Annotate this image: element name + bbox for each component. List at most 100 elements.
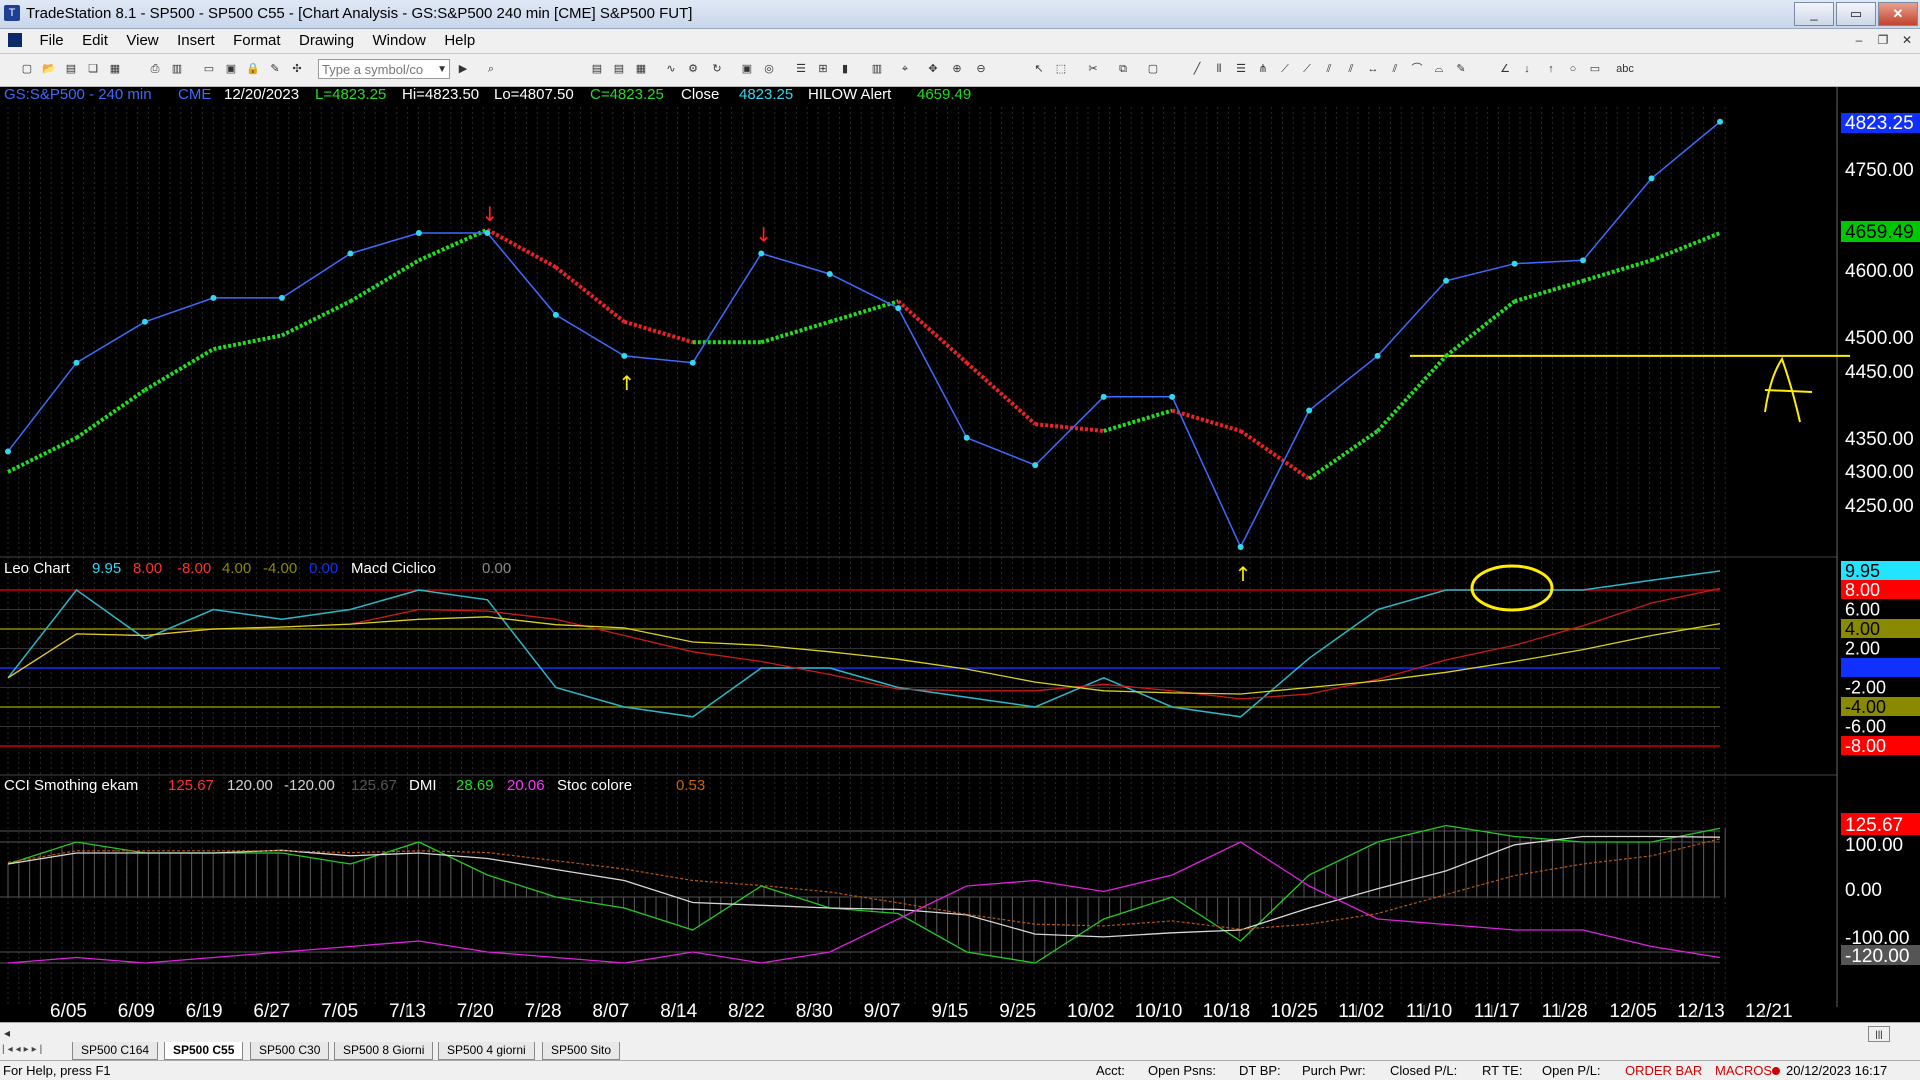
time-label: 6/09 [118,1001,155,1022]
tab-sp500-sito[interactable]: SP500 Sito [542,1042,621,1060]
doc-restore-button[interactable]: ❐ [1874,31,1892,49]
zoom-out-icon[interactable]: ⊖ [974,62,988,76]
leo-axis-label: 6.00 [1845,600,1880,620]
doc-close-button[interactable]: ✕ [1898,31,1916,49]
leo-axis-label: -4.00 [1845,697,1886,717]
bar-type-icon[interactable]: ▤ [590,62,604,76]
menu-drawing[interactable]: Drawing [292,29,361,49]
menu-file[interactable]: File [32,29,70,49]
tab-sp500-c55[interactable]: SP500 C55 [164,1042,244,1060]
tab-sp500-4-giorni[interactable]: SP500 4 giorni [438,1042,535,1060]
chart-window-icon[interactable]: ▣ [740,62,754,76]
open-icon[interactable]: 📂 [42,62,56,76]
rectangle-icon[interactable]: ▭ [1588,62,1602,76]
radar-icon[interactable]: ◎ [762,62,776,76]
doc-minimize-button[interactable]: – [1850,31,1868,49]
horizontal-scrollbar[interactable]: ◂ ||| [0,1022,1920,1043]
trendline-icon[interactable]: ╱ [1190,62,1204,76]
order-bar-button[interactable]: ORDER BAR [1625,1063,1702,1078]
channel-icon[interactable]: ⫽ [1344,62,1358,76]
fibonacci-icon[interactable]: ⦀ [1212,62,1226,76]
format-icon[interactable]: ⚙ [686,62,700,76]
dmi-v5: 28.69 [456,777,494,794]
tab-nav-icons[interactable]: |◂◂▸▸| [2,1044,45,1055]
save-icon[interactable]: ▤ [64,62,78,76]
speed-lines-icon[interactable]: ⟋ [1300,62,1314,76]
close-button[interactable]: ✕ [1878,2,1918,26]
disabled-icon[interactable]: ▢ [1146,62,1160,76]
maximize-button[interactable]: ▭ [1836,2,1876,26]
minimize-button[interactable]: _ [1794,2,1834,26]
insert-icon[interactable]: ⧉ [1116,62,1130,76]
tab-sp500-c30[interactable]: SP500 C30 [250,1042,330,1060]
chevron-down-icon[interactable]: ▼ [437,60,447,80]
select-icon[interactable]: ⬚ [1054,62,1068,76]
menu-view[interactable]: View [119,29,165,49]
matrix-icon[interactable]: ⊞ [816,62,830,76]
zoom-in-icon-2[interactable]: ⊕ [950,62,964,76]
hot-list-icon[interactable]: ☰ [794,62,808,76]
gann-fan-icon[interactable]: ⟋ [1278,62,1292,76]
arc-icon[interactable]: ⌒ [1410,62,1424,76]
print-icon[interactable]: ⎙ [148,62,162,76]
strategy-icon[interactable]: ✎ [268,62,282,76]
ellipse-icon[interactable]: ○ [1566,62,1580,76]
new-icon[interactable]: ▢ [20,62,34,76]
leo-axis-label: -2.00 [1845,678,1886,698]
go-arrow-icon[interactable]: ▶ [456,62,470,76]
parallel-lines-icon[interactable]: ⫽ [1388,62,1402,76]
time-label: 7/28 [525,1001,562,1022]
price-point [484,230,491,237]
tab-sp500-8-giorni[interactable]: SP500 8 Giorni [334,1042,434,1060]
fib-arcs-icon[interactable]: ⌓ [1432,62,1446,76]
pointer-icon[interactable]: ↖ [1032,62,1046,76]
andrews-pitchfork-icon[interactable]: ⋔ [1256,62,1270,76]
chart-area[interactable]: ↓↓↑↑ GS:S&P500 - 240 min CME 12/20/2023 … [0,87,1920,1022]
menu-format[interactable]: Format [226,29,288,49]
price-tick: 4450.00 [1845,362,1914,383]
macros-button[interactable]: MACROS [1715,1063,1772,1078]
leo-axis-label: 4.00 [1845,619,1880,639]
chart-icon[interactable]: ▥ [870,62,884,76]
text-icon[interactable]: abc [1614,62,1636,76]
time-label: 11/17 [1474,1001,1520,1022]
move-icon[interactable]: ✥ [926,62,940,76]
grid-icon[interactable]: ▦ [634,62,648,76]
print-preview-icon[interactable]: ▥ [170,62,184,76]
indicator-icon[interactable]: ✣ [290,62,304,76]
refresh-icon[interactable]: ↻ [710,62,724,76]
menu-help[interactable]: Help [437,29,482,49]
scroll-thumb[interactable]: ||| [1868,1026,1890,1042]
toolbar: ▢ 📂 ▤ ❏ ▦ ⎙ ▥ ▭ ▣ 🔒 ✎ ✣ Type a symbol/co… [0,54,1920,87]
menu-edit[interactable]: Edit [75,29,115,49]
dmi-v6: 20.06 [507,777,545,794]
lock-icon[interactable]: 🔒 [246,62,260,76]
zoom-in-icon[interactable]: ⌖ [898,62,912,76]
tile-icon[interactable]: ▣ [224,62,238,76]
copy-icon[interactable]: ❏ [86,62,100,76]
connection-status-icon [1772,1067,1780,1075]
symbol-input[interactable]: Type a symbol/co ▼ [318,59,450,79]
chart-doc-icon[interactable] [8,33,22,47]
time-label: 12/13 [1677,1001,1725,1022]
window-icon[interactable]: ▭ [202,62,216,76]
pencil-icon[interactable]: ✎ [1454,62,1468,76]
tab-sp500-c164[interactable]: SP500 C164 [72,1042,159,1060]
price-point [210,294,217,301]
menu-insert[interactable]: Insert [170,29,222,49]
title-bar: T TradeStation 8.1 - SP500 - SP500 C55 -… [0,0,1920,29]
menu-window[interactable]: Window [366,29,433,49]
binoculars-icon[interactable]: ⌕ [484,62,498,76]
arrow-up-icon[interactable]: ↑ [1544,62,1558,76]
scroll-left-icon[interactable]: ◂ [4,1026,10,1040]
insert-analysis-icon[interactable]: ∿ [664,62,678,76]
tool-icon[interactable]: ✂ [1086,62,1100,76]
angle-icon[interactable]: ∠ [1498,62,1512,76]
regression-icon[interactable]: ⫽ [1322,62,1336,76]
bar-icon[interactable]: ▮ [838,62,852,76]
horizontal-lines-icon[interactable]: ☰ [1234,62,1248,76]
paste-icon[interactable]: ▦ [108,62,122,76]
chart-style-icon[interactable]: ▤ [612,62,626,76]
horizontal-line-icon[interactable]: ↔ [1366,62,1380,76]
arrow-down-icon[interactable]: ↓ [1520,62,1534,76]
